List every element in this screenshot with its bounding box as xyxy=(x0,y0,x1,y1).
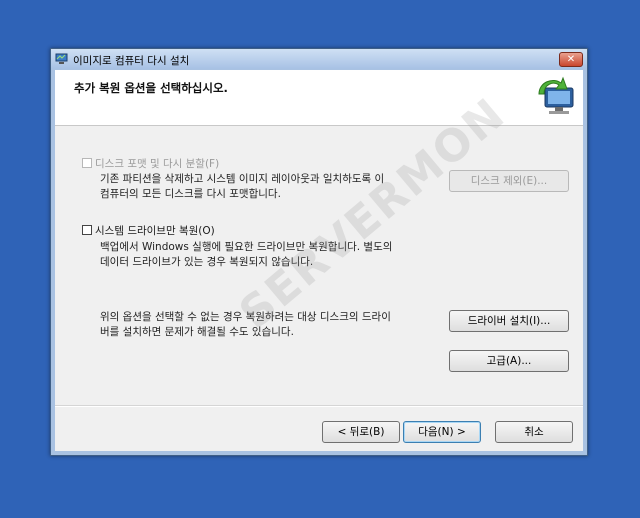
exclude-disks-button[interactable]: 디스크 제외(E)... xyxy=(449,170,569,192)
format-checkbox-box[interactable] xyxy=(82,158,92,168)
close-button[interactable]: ✕ xyxy=(559,52,583,67)
format-option-description: 기존 파티션을 삭제하고 시스템 이미지 레이아웃과 일치하도록 이 컴퓨터의 … xyxy=(100,172,384,202)
dialog-footer: < 뒤로(B) 다음(N) > 취소 xyxy=(55,407,583,451)
system-drive-only-checkbox[interactable]: 시스템 드라이브만 복원(O) xyxy=(82,223,215,238)
advanced-button[interactable]: 고급(A)... xyxy=(449,350,569,372)
system-drive-option-label: 시스템 드라이브만 복원(O) xyxy=(95,225,215,237)
install-driver-button[interactable]: 드라이버 설치(I)... xyxy=(449,310,569,332)
driver-hint-line: 버를 설치하면 문제가 해결될 수도 있습니다. xyxy=(100,326,294,338)
close-icon: ✕ xyxy=(566,54,576,65)
format-repartition-checkbox[interactable]: 디스크 포맷 및 다시 분할(F) xyxy=(82,156,219,171)
title-bar[interactable]: 이미지로 컴퓨터 다시 설치 ✕ xyxy=(51,49,587,69)
cancel-button[interactable]: 취소 xyxy=(495,421,573,443)
system-drive-checkbox-box[interactable] xyxy=(82,225,92,235)
format-desc-line: 컴퓨터의 모든 디스크를 다시 포맷합니다. xyxy=(100,188,281,200)
computer-restore-icon xyxy=(55,53,68,64)
next-button[interactable]: 다음(N) > xyxy=(403,421,481,443)
format-desc-line: 기존 파티션을 삭제하고 시스템 이미지 레이아웃과 일치하도록 이 xyxy=(100,173,385,185)
back-button[interactable]: < 뒤로(B) xyxy=(322,421,400,443)
system-restore-icon xyxy=(538,76,574,114)
window-title: 이미지로 컴퓨터 다시 설치 xyxy=(73,55,190,67)
page-title: 추가 복원 옵션을 선택하십시오. xyxy=(74,81,228,95)
format-option-label: 디스크 포맷 및 다시 분할(F) xyxy=(95,158,220,170)
